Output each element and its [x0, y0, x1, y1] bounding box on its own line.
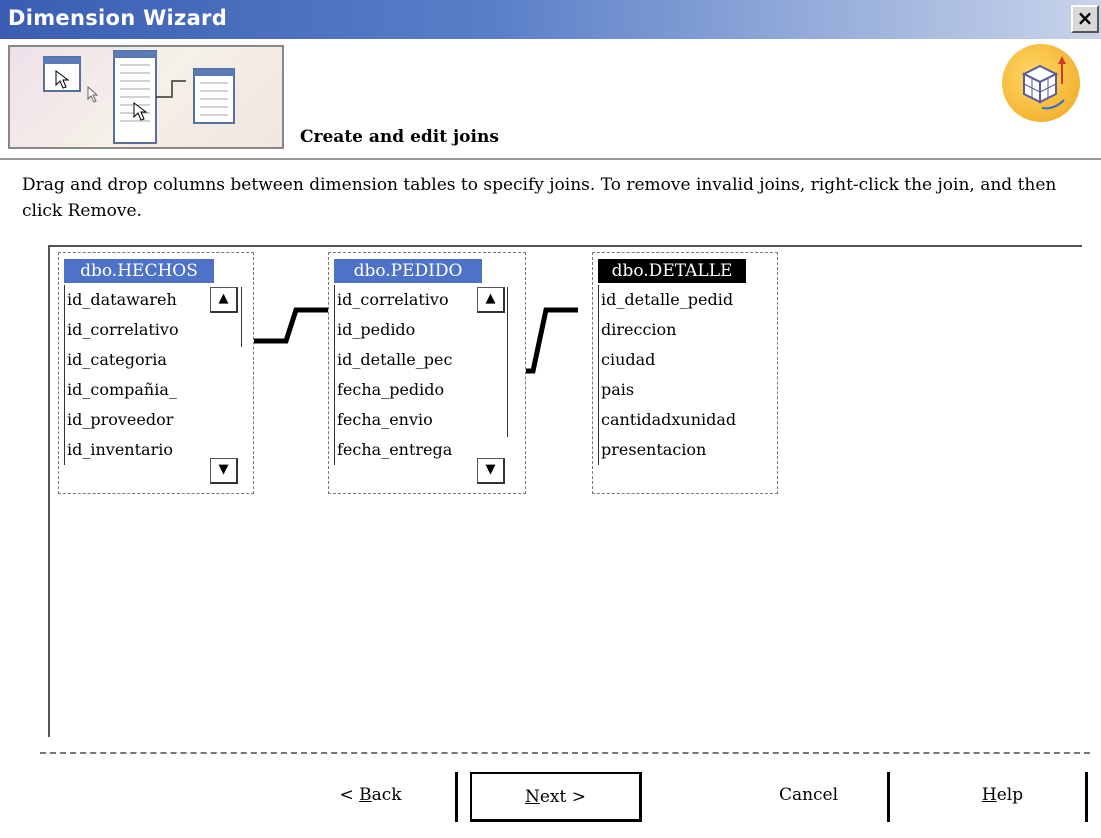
column-item[interactable]: fecha_pedido	[335, 375, 477, 405]
table-hechos[interactable]: dbo.HECHOS id_datawareh id_correlativo i…	[58, 252, 254, 494]
column-item[interactable]: id_correlativo	[65, 315, 207, 345]
column-item[interactable]: id_pedido	[335, 315, 477, 345]
column-item[interactable]: cantidadxunidad	[599, 405, 771, 435]
table-diagram-icon	[8, 45, 284, 149]
column-item[interactable]: id_correlativo	[335, 285, 477, 315]
column-item[interactable]: pais	[599, 375, 771, 405]
back-button-mnemonic: B	[359, 785, 372, 805]
join-diagram-canvas[interactable]: dbo.HECHOS id_datawareh id_correlativo i…	[48, 245, 1082, 737]
scroll-up-button[interactable]: ▲	[210, 287, 238, 313]
column-item[interactable]: id_inventario	[65, 435, 207, 465]
page-title: Create and edit joins	[300, 127, 499, 147]
title-bar: Dimension Wizard ×	[0, 0, 1101, 39]
close-icon: ×	[1076, 6, 1094, 30]
column-item[interactable]: id_categoria	[65, 345, 207, 375]
next-button-mnemonic: N	[524, 787, 540, 807]
column-item[interactable]: id_detalle_pec	[335, 345, 477, 375]
footer-separator	[40, 752, 1090, 754]
scrollbar-track[interactable]	[241, 287, 242, 347]
column-item[interactable]: id_datawareh	[65, 285, 207, 315]
table-title-hechos[interactable]: dbo.HECHOS	[64, 259, 214, 283]
table-detalle[interactable]: dbo.DETALLE id_detalle_pedid direccion c…	[592, 252, 778, 494]
scroll-down-button[interactable]: ▼	[210, 458, 238, 484]
wizard-header: Create and edit joins	[0, 39, 1101, 160]
scroll-up-button[interactable]: ▲	[477, 287, 505, 313]
back-button-prefix: <	[339, 785, 360, 805]
scroll-down-button[interactable]: ▼	[477, 458, 505, 484]
back-button-label: ack	[371, 785, 402, 805]
column-item[interactable]: fecha_envio	[335, 405, 477, 435]
table-title-detalle[interactable]: dbo.DETALLE	[598, 259, 746, 283]
next-button[interactable]: Next >	[470, 772, 642, 822]
column-item[interactable]: id_compañia_	[65, 375, 207, 405]
column-list-detalle[interactable]: id_detalle_pedid direccion ciudad pais c…	[598, 285, 775, 465]
close-button[interactable]: ×	[1071, 5, 1099, 33]
instructions-text: Drag and drop columns between dimension …	[22, 175, 1057, 221]
column-item[interactable]: fecha_entrega	[335, 435, 477, 465]
column-item[interactable]: id_detalle_pedid	[599, 285, 771, 315]
join-line-hechos-pedido	[253, 307, 328, 344]
table-pedido[interactable]: dbo.PEDIDO id_correlativo id_pedido id_d…	[328, 252, 526, 494]
table-title-pedido[interactable]: dbo.PEDIDO	[334, 259, 482, 283]
scrollbar-track[interactable]	[507, 287, 508, 437]
help-button-mnemonic: H	[981, 785, 997, 805]
help-button-label: elp	[996, 785, 1024, 805]
column-item[interactable]: id_proveedor	[65, 405, 207, 435]
column-item[interactable]: direccion	[599, 315, 771, 345]
help-button[interactable]: Help	[920, 772, 1088, 822]
cancel-button[interactable]: Cancel	[730, 772, 890, 822]
cancel-button-label: Cancel	[778, 785, 839, 805]
back-button[interactable]: < Back	[286, 772, 458, 822]
cube-icon	[1002, 44, 1080, 122]
column-item[interactable]: ciudad	[599, 345, 771, 375]
column-item[interactable]: presentacion	[599, 435, 771, 465]
window-title: Dimension Wizard	[8, 6, 228, 30]
next-button-label: ext >	[539, 787, 586, 807]
